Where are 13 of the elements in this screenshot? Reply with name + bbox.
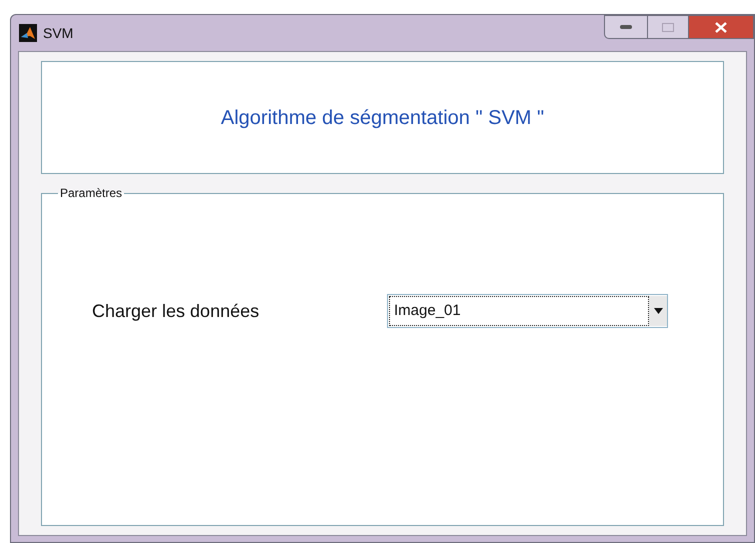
- minimize-button[interactable]: [604, 15, 648, 39]
- data-dropdown[interactable]: Image_01: [387, 294, 668, 328]
- header-title: Algorithme de ségmentation " SVM ": [220, 106, 544, 130]
- parameters-legend: Paramètres: [58, 184, 124, 202]
- maximize-button[interactable]: [648, 15, 688, 39]
- window-title: SVM: [43, 24, 74, 42]
- minimize-icon: [620, 25, 632, 29]
- load-data-label: Charger les données: [92, 300, 260, 323]
- app-icon: [19, 24, 37, 42]
- dropdown-value: Image_01: [389, 296, 649, 326]
- close-button[interactable]: [688, 15, 754, 39]
- maximize-icon: [662, 22, 674, 32]
- close-icon: [714, 22, 728, 32]
